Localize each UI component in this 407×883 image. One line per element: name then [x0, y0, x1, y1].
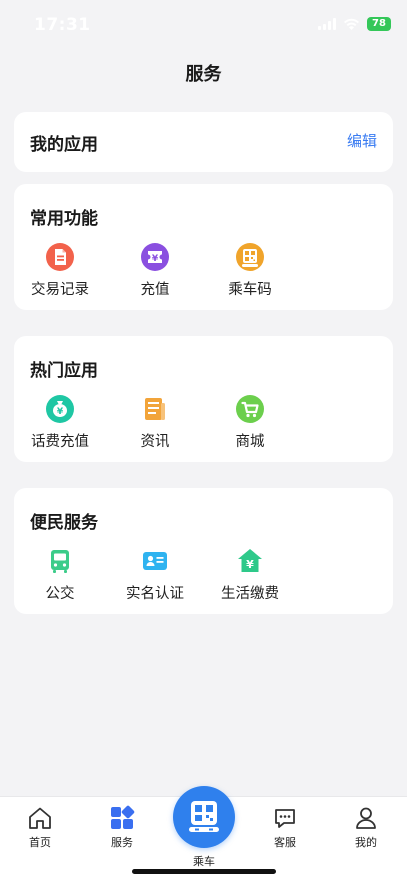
tab-mine-label: 我的: [355, 836, 377, 849]
tab-service[interactable]: 服务: [92, 805, 152, 850]
status-icons: 78: [318, 17, 391, 31]
qr-code-icon: [189, 801, 219, 832]
ticket-icon: ¥: [141, 243, 169, 271]
qr-code-icon: [236, 243, 264, 271]
tab-mine[interactable]: 我的: [336, 805, 396, 850]
my-apps-title: 我的应用: [30, 135, 98, 155]
ride-button-label: 乘车: [193, 855, 215, 868]
recharge-item[interactable]: ¥ 充值: [110, 242, 200, 299]
phone-recharge-item[interactable]: ¥ 话费充值: [15, 394, 105, 451]
bus-item[interactable]: 公交: [15, 546, 105, 603]
id-card-icon: [143, 552, 167, 570]
news-item[interactable]: 资讯: [110, 394, 200, 451]
home-icon: [29, 807, 51, 829]
newspaper-icon: [145, 398, 165, 420]
convenience-card: 便民服务 公交 实名认证 ¥ 生活缴费: [14, 488, 393, 614]
news-label: 资讯: [140, 434, 170, 450]
tab-home[interactable]: 首页: [10, 805, 70, 850]
ride-code-item[interactable]: 乘车码: [205, 242, 295, 299]
convenience-grid: 公交 实名认证 ¥ 生活缴费: [14, 546, 393, 606]
my-apps-card: 我的应用 编辑: [14, 112, 393, 172]
tab-service-label: 服务: [111, 836, 133, 849]
real-name-auth-item[interactable]: 实名认证: [110, 546, 200, 603]
hot-apps-card: 热门应用 ¥ 话费充值 资讯 商城: [14, 336, 393, 462]
chat-icon: [275, 809, 295, 828]
hot-apps-grid: ¥ 话费充值 资讯 商城: [14, 394, 393, 454]
wifi-icon: [344, 18, 359, 30]
home-indicator: [132, 869, 276, 874]
ride-code-label: 乘车码: [228, 282, 272, 298]
recharge-label: 充值: [140, 282, 170, 298]
common-functions-title: 常用功能: [30, 209, 98, 229]
svg-text:¥: ¥: [57, 407, 64, 417]
transaction-records-label: 交易记录: [31, 282, 89, 298]
svg-text:¥: ¥: [152, 254, 159, 264]
svg-text:¥: ¥: [246, 558, 254, 571]
tab-customer-service[interactable]: 客服: [255, 805, 315, 850]
status-bar: 17:31 78: [0, 0, 407, 52]
phone-recharge-label: 话费充值: [31, 434, 89, 450]
real-name-auth-label: 实名认证: [126, 586, 184, 602]
money-bag-icon: ¥: [46, 395, 74, 423]
tab-home-label: 首页: [29, 836, 51, 849]
status-time: 17:31: [34, 15, 91, 35]
utility-payment-label: 生活缴费: [221, 586, 279, 602]
ride-button[interactable]: [173, 786, 235, 848]
common-functions-grid: 交易记录 ¥ 充值 乘车码: [14, 242, 393, 302]
bus-icon: [51, 550, 69, 573]
battery-indicator: 78: [367, 17, 391, 31]
transaction-records-item[interactable]: 交易记录: [15, 242, 105, 299]
convenience-title: 便民服务: [30, 513, 98, 533]
shopping-cart-icon: [236, 395, 264, 423]
mall-label: 商城: [235, 434, 265, 450]
edit-button[interactable]: 编辑: [347, 130, 377, 151]
common-functions-card: 常用功能 交易记录 ¥ 充值 乘车码: [14, 184, 393, 310]
utility-payment-item[interactable]: ¥ 生活缴费: [205, 546, 295, 603]
document-icon: [46, 243, 74, 271]
grid-icon: [111, 805, 135, 829]
house-payment-icon: ¥: [238, 549, 262, 572]
page-title: 服务: [185, 64, 222, 85]
mall-item[interactable]: 商城: [205, 394, 295, 451]
tab-customer-service-label: 客服: [274, 836, 296, 849]
signal-icon: [318, 18, 336, 30]
user-icon: [356, 807, 376, 829]
hot-apps-title: 热门应用: [30, 361, 98, 381]
bus-label: 公交: [45, 586, 75, 602]
service-screen: 17:31 78 服务 我的应用 编辑 常用功能 交易记录 ¥ 充值 乘车码 热…: [0, 0, 407, 883]
